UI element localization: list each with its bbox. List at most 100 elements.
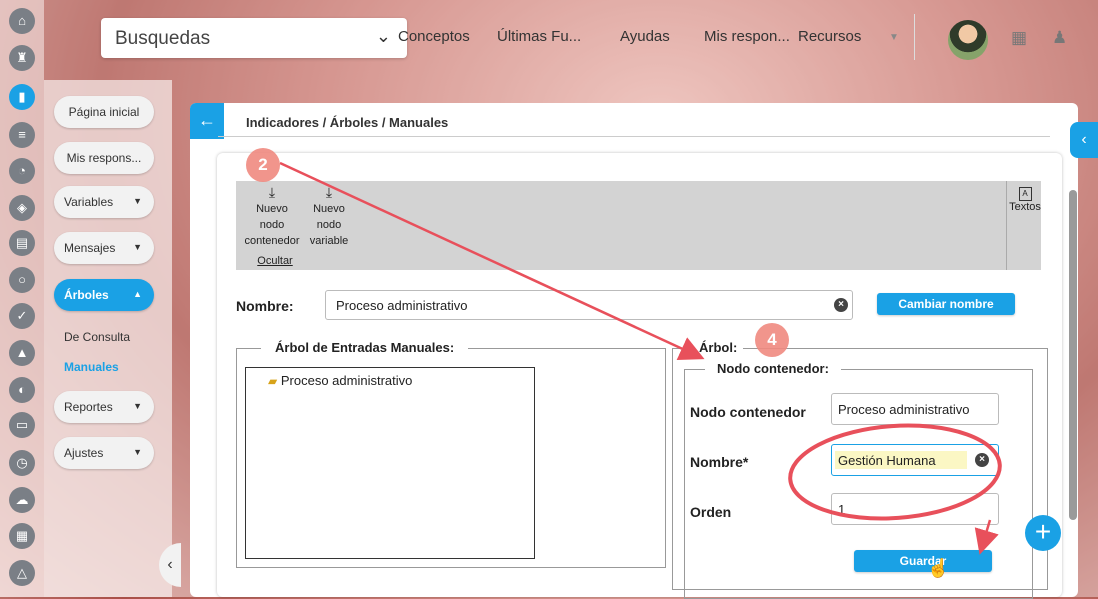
text-icon: A xyxy=(1018,187,1032,201)
tb-label: Nuevo xyxy=(313,203,345,215)
avatar[interactable] xyxy=(948,20,988,60)
content-panel: ⤓ Nuevo nodo contenedor ⤓ Nuevo nodo var… xyxy=(217,153,1062,599)
step-badge: 2 xyxy=(246,148,280,182)
menu-label: Mis respons... xyxy=(66,151,142,165)
caret-down-icon: ▼ xyxy=(133,196,142,206)
new-variable-node-button[interactable]: ⤓ Nuevo nodo variable xyxy=(304,181,354,249)
tree-view[interactable]: ▰ Proceso administrativo xyxy=(245,367,535,559)
tb-label: contenedor xyxy=(244,235,300,247)
menu-variables[interactable]: Variables ▼ xyxy=(54,186,154,218)
folder-open-icon: ▰ xyxy=(268,374,278,388)
menu-label: Ajustes xyxy=(64,446,104,460)
caret-up-icon: ▲ xyxy=(133,289,142,299)
toolbar: ⤓ Nuevo nodo contenedor ⤓ Nuevo nodo var… xyxy=(236,181,1041,270)
tb-label: nodo xyxy=(316,219,342,231)
nav-conceptos[interactable]: Conceptos xyxy=(398,28,470,45)
menu-label: Variables xyxy=(64,195,114,209)
nodo-contenedor-label: Nodo contenedor xyxy=(690,404,806,420)
search-label: Busquedas xyxy=(115,28,211,49)
toggle-icon[interactable]: ◐ xyxy=(9,377,35,403)
orden-label: Orden xyxy=(690,504,732,520)
icon-rail: ⌂ ♜ ▮ ≡ ◔ ◈ ▤ ○ ✓ ▲ ◐ ▭ ◷ ☁ ▦ △ xyxy=(0,0,44,597)
caret-down-icon: ▼ xyxy=(133,242,142,252)
panel-toggle-button[interactable]: ‹ xyxy=(1070,122,1098,158)
menu-mis-respons[interactable]: Mis respons... xyxy=(54,142,154,174)
main-card: ← Indicadores / Árboles / Manuales ⤓ Nue… xyxy=(190,103,1078,599)
menu-reportes[interactable]: Reportes ▼ xyxy=(54,391,154,423)
cycle-icon[interactable]: ○ xyxy=(9,267,35,293)
nombre-value: Proceso administrativo xyxy=(336,298,468,313)
tb-label: Textos xyxy=(1009,201,1041,213)
more-chevron-icon[interactable]: ▼ xyxy=(889,32,899,43)
menu-pagina-inicial[interactable]: Página inicial xyxy=(54,96,154,128)
back-button[interactable]: ← xyxy=(190,103,224,139)
texts-button[interactable]: A Textos xyxy=(1009,187,1041,213)
clock-icon[interactable]: ◷ xyxy=(9,450,35,476)
nombre-input[interactable]: Proceso administrativo × xyxy=(325,290,853,320)
download-icon: ⤓ xyxy=(268,184,276,200)
breadcrumb: Indicadores / Árboles / Manuales xyxy=(246,115,449,130)
bell-icon[interactable]: ♟ xyxy=(1052,28,1067,48)
nodo-legend: Nodo contenedor: xyxy=(705,361,841,376)
menu-mensajes[interactable]: Mensajes ▼ xyxy=(54,232,154,264)
nav-ultimas[interactable]: Últimas Fu... xyxy=(497,28,581,45)
tb-label: nodo xyxy=(259,219,285,231)
caret-down-icon: ▼ xyxy=(133,447,142,457)
list-icon[interactable]: ▤ xyxy=(9,230,35,256)
home-icon[interactable]: ⌂ xyxy=(9,8,35,34)
shield-icon[interactable]: ◈ xyxy=(9,195,35,221)
guardar-button[interactable]: Guardar xyxy=(854,550,992,572)
divider xyxy=(914,14,915,60)
menu-label: Página inicial xyxy=(68,105,140,119)
download-icon: ⤓ xyxy=(325,184,333,200)
tb-label: variable xyxy=(309,235,349,247)
menu-lines-icon[interactable]: ≡ xyxy=(9,122,35,148)
hand-cursor-icon: ☝ xyxy=(927,558,950,578)
cambiar-nombre-button[interactable]: Cambiar nombre xyxy=(877,293,1015,315)
warning-icon[interactable]: ▲ xyxy=(9,340,35,366)
new-container-node-button[interactable]: ⤓ Nuevo nodo contenedor xyxy=(242,181,302,249)
caret-down-icon: ▼ xyxy=(133,401,142,411)
menu-arboles[interactable]: Árboles ▲ xyxy=(54,279,154,311)
tree-node[interactable]: ▰ Proceso administrativo xyxy=(268,373,412,388)
calendar-icon[interactable]: ▦ xyxy=(1011,28,1027,48)
menu-label: Mensajes xyxy=(64,241,116,255)
divider xyxy=(218,136,1050,137)
input-value: 1 xyxy=(838,502,846,517)
monitor-icon[interactable]: ▭ xyxy=(9,412,35,438)
input-value: Proceso administrativo xyxy=(838,402,970,417)
search-dropdown[interactable]: Busquedas ⌄ xyxy=(101,18,407,58)
chart-icon[interactable]: ▮ xyxy=(9,84,35,110)
chevron-down-icon: ⌄ xyxy=(375,26,391,46)
check-icon[interactable]: ✓ xyxy=(9,303,35,329)
divider xyxy=(1006,181,1007,270)
menu-label: Árboles xyxy=(64,288,109,302)
nombre-node-input[interactable]: Gestión Humana × xyxy=(831,444,999,476)
nodo-contenedor-input[interactable]: Proceso administrativo xyxy=(831,393,999,425)
nav-ayudas[interactable]: Ayudas xyxy=(620,28,670,45)
clear-icon[interactable]: × xyxy=(834,298,848,312)
tree-node-label: Proceso administrativo xyxy=(280,373,413,388)
side-menu: Página inicial Mis respons... Variables … xyxy=(44,80,172,597)
scrollbar[interactable] xyxy=(1069,190,1077,520)
castle-icon[interactable]: ♜ xyxy=(9,45,35,71)
submenu-de-consulta[interactable]: De Consulta xyxy=(64,330,130,344)
tree-legend: Árbol de Entradas Manuales: xyxy=(261,340,469,355)
add-fab-button[interactable]: + xyxy=(1025,515,1061,551)
input-value: Gestión Humana xyxy=(838,453,936,468)
orden-input[interactable]: 1 xyxy=(831,493,999,525)
clear-icon[interactable]: × xyxy=(975,453,989,467)
nombre-label: Nombre: xyxy=(236,298,294,314)
hide-toolbar-link[interactable]: Ocultar xyxy=(237,252,313,270)
submenu-manuales[interactable]: Manuales xyxy=(64,360,119,374)
top-bar: Busquedas ⌄ Conceptos Últimas Fu... Ayud… xyxy=(44,0,1098,78)
tb-label: Nuevo xyxy=(256,203,288,215)
nombre-required-label: Nombre* xyxy=(690,454,749,470)
calendar-icon[interactable]: ▦ xyxy=(9,523,35,549)
menu-ajustes[interactable]: Ajustes ▼ xyxy=(54,437,154,469)
nav-recursos[interactable]: Recursos xyxy=(798,28,861,45)
pie-icon[interactable]: ◔ xyxy=(9,158,35,184)
nav-mis-respon[interactable]: Mis respon... xyxy=(704,28,790,45)
cloud-icon[interactable]: ☁ xyxy=(9,487,35,513)
network-icon[interactable]: △ xyxy=(9,560,35,586)
